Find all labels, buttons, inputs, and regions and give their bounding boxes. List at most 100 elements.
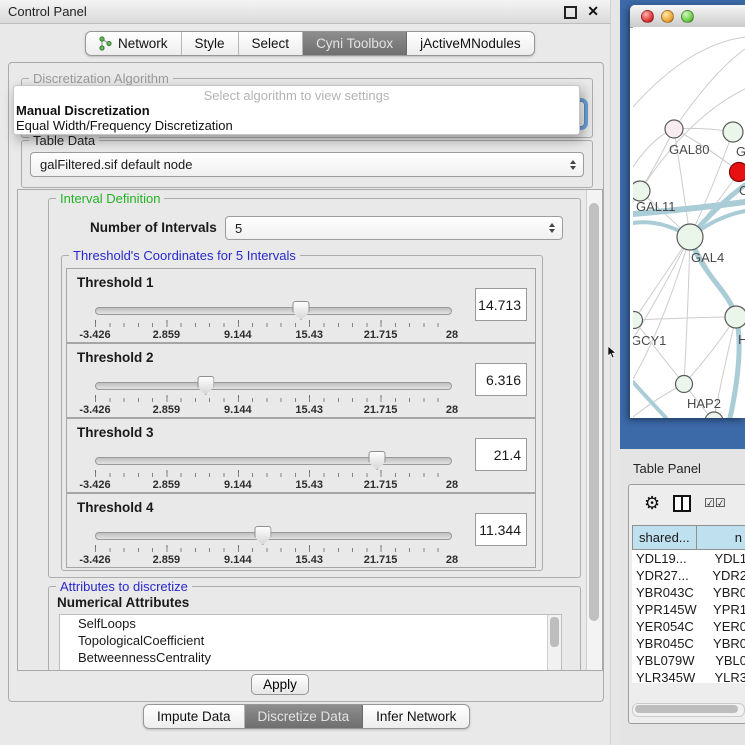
slider-thumb[interactable] [292, 301, 309, 320]
table-data-combobox[interactable]: galFiltered.sif default node [30, 152, 584, 177]
gear-icon[interactable]: ⚙ [644, 494, 660, 512]
node-table: shared... n YDL19...YDL1 YDR27...YDR2 YB… [632, 525, 745, 683]
network-node-selected [730, 163, 745, 182]
slider-track[interactable] [95, 307, 452, 315]
tab-cyni-toolbox[interactable]: Cyni Toolbox [303, 32, 407, 55]
table-row[interactable]: YDR27...YDR2 [632, 567, 745, 584]
close-traffic-light-icon[interactable] [641, 10, 654, 23]
table-toolbar: ⚙ ☑☑ [629, 485, 745, 521]
table-header: shared... n [632, 525, 745, 550]
vertical-scrollbar[interactable] [586, 190, 602, 670]
float-window-icon[interactable] [564, 6, 577, 19]
tab-jactivemnodules[interactable]: jActiveMNodules [407, 32, 534, 55]
network-window: GAL80 GA C GAL11 GAL4 GCY1 H HAP2 [630, 5, 745, 418]
close-icon[interactable]: ✕ [587, 3, 599, 20]
apply-button[interactable]: Apply [251, 674, 309, 695]
tab-select[interactable]: Select [239, 32, 304, 55]
checkboxes-icon[interactable]: ☑☑ [704, 496, 726, 510]
control-panel-titlebar: Control Panel ✕ [0, 0, 610, 24]
horizontal-scrollbar[interactable] [632, 703, 745, 717]
threshold-1-value[interactable]: 14.713 [475, 288, 527, 321]
split-columns-icon[interactable] [673, 495, 691, 512]
tab-infer-network[interactable]: Infer Network [363, 705, 469, 728]
dropdown-placeholder[interactable]: Select algorithm to view settings [14, 88, 579, 103]
list-scrollbar[interactable] [547, 615, 561, 671]
spinner-arrows-icon [570, 160, 576, 170]
network-node [665, 120, 683, 138]
group-title: Discretization Algorithm [29, 71, 173, 86]
table-data-value: galFiltered.sif default node [40, 157, 192, 172]
slider-thumb[interactable] [369, 451, 386, 470]
network-node [705, 412, 723, 418]
group-title: Threshold's Coordinates for 5 Intervals [69, 248, 300, 263]
tab-impute-data[interactable]: Impute Data [144, 705, 245, 728]
slider-thumb[interactable] [197, 376, 214, 395]
table-row[interactable]: YPR145WYPR1 [632, 601, 745, 618]
interval-definition-group: Interval Definition Number of Intervals … [48, 198, 581, 578]
network-canvas[interactable]: GAL80 GA C GAL11 GAL4 GCY1 H HAP2 [633, 27, 745, 418]
column-header[interactable]: shared... [632, 525, 697, 550]
dropdown-option[interactable]: Manual Discretization [14, 103, 579, 118]
attributes-group: Attributes to discretize Numerical Attri… [48, 586, 581, 671]
zoom-traffic-light-icon[interactable] [681, 10, 694, 23]
threshold-3-value[interactable]: 21.4 [475, 438, 527, 471]
intervals-combobox[interactable]: 5 [225, 216, 563, 240]
tab-style[interactable]: Style [182, 32, 239, 55]
network-window-titlebar[interactable] [630, 5, 745, 28]
threshold-2-slider[interactable]: -3.426 2.859 9.144 15.43 21.715 28 [95, 378, 452, 416]
table-row[interactable]: YDL19...YDL1 [632, 550, 745, 567]
threshold-panel: Threshold 2 -3.426 2.859 9.144 15.43 21.… [66, 343, 536, 418]
intervals-label: Number of Intervals [90, 220, 217, 235]
group-title: Attributes to discretize [56, 579, 192, 594]
table-row[interactable]: YLR345WYLR3 [632, 669, 745, 683]
table-row[interactable]: YER054CYER0 [632, 618, 745, 635]
scrollbar-thumb[interactable] [589, 203, 599, 621]
algorithm-dropdown-popup: Select algorithm to view settings Manual… [13, 85, 580, 135]
group-title: Interval Definition [56, 191, 164, 206]
threshold-3-slider[interactable]: -3.426 2.859 9.144 15.43 21.715 28 [95, 453, 452, 491]
table-panel-section: Table Panel ⚙ ☑☑ shared... n YDL19...YDL… [620, 449, 745, 745]
app-root: Control Panel ✕ Network Style Select Cyn… [0, 0, 745, 745]
slider-ticks [95, 320, 452, 328]
svg-text:GCY1: GCY1 [633, 333, 666, 348]
bottom-tab-bar: Impute Data Discretize Data Infer Networ… [143, 704, 470, 729]
tab-discretize-data[interactable]: Discretize Data [245, 705, 364, 728]
threshold-4-slider[interactable]: -3.426 2.859 9.144 15.43 21.715 28 [95, 528, 452, 566]
slider-ticks [95, 545, 452, 553]
top-tab-bar: Network Style Select Cyni Toolbox jActiv… [85, 31, 535, 56]
slider-track[interactable] [95, 457, 452, 465]
list-item[interactable]: SelfLoops [60, 615, 561, 632]
svg-text:C: C [739, 183, 745, 198]
numerical-attributes-label: Numerical Attributes [57, 595, 189, 610]
column-header[interactable]: n [697, 525, 745, 550]
network-node [723, 122, 743, 142]
slider-thumb[interactable] [254, 526, 271, 545]
scrollbar-thumb[interactable] [635, 705, 738, 713]
threshold-4-value[interactable]: 11.344 [475, 513, 527, 546]
list-item[interactable]: TopologicalCoefficient [60, 632, 561, 649]
list-item[interactable]: BetweennessCentrality [60, 649, 561, 666]
attributes-list: SelfLoops TopologicalCoefficient Between… [59, 614, 562, 671]
svg-text:GA: GA [736, 144, 745, 159]
table-row[interactable]: YBL079WYBL0 [632, 652, 745, 669]
table-row[interactable]: YBR045CYBR0 [632, 635, 745, 652]
network-node [725, 306, 745, 328]
network-node [677, 224, 703, 250]
tab-network[interactable]: Network [86, 32, 182, 55]
threshold-panel: Threshold 3 -3.426 2.859 9.144 15.43 21.… [66, 418, 536, 493]
minimize-traffic-light-icon[interactable] [661, 10, 674, 23]
slider-ticks [95, 470, 452, 478]
slider-ticks [95, 395, 452, 403]
table-data-group: Table Data galFiltered.sif default node [21, 140, 593, 188]
threshold-1-slider[interactable]: -3.426 2.859 9.144 15.43 21.715 28 [95, 303, 452, 341]
settings-scroll-viewport: Interval Definition Number of Intervals … [17, 189, 603, 671]
table-row[interactable]: YBR043CYBR0 [632, 584, 745, 601]
svg-text:GAL11: GAL11 [636, 199, 676, 214]
slider-track[interactable] [95, 382, 452, 390]
threshold-2-value[interactable]: 6.316 [475, 363, 527, 396]
cyni-toolbox-panel: Discretization Algorithm Table Data galF… [8, 62, 604, 702]
spinner-arrows-icon [549, 223, 555, 233]
group-title: Table Data [29, 133, 99, 148]
dropdown-option[interactable]: Equal Width/Frequency Discretization [14, 118, 579, 133]
slider-track[interactable] [95, 532, 452, 540]
